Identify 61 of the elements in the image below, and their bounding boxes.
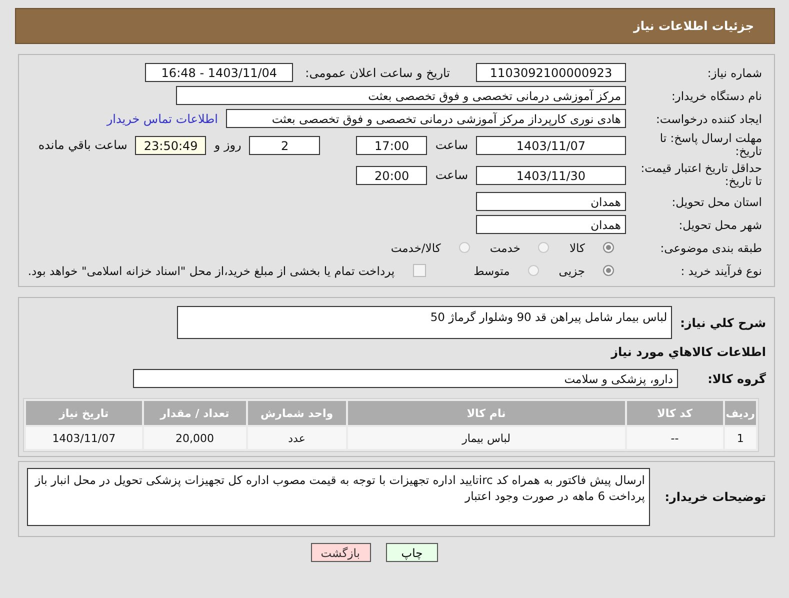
deadline-time-field: 17:00 <box>356 136 428 154</box>
back-button[interactable]: بازگشت <box>311 543 371 562</box>
field-label: طبقه بندی موضوعی: <box>659 240 763 254</box>
radio-button[interactable] <box>528 265 539 276</box>
radio-label: جزیی <box>558 264 585 278</box>
days-field: 2 <box>249 136 320 154</box>
column-header: ردیف <box>724 401 756 425</box>
table-cell: عدد <box>248 427 346 449</box>
field-label: حداقل تاریخ اعتبار قیمت: تا تاریخ: <box>640 162 763 188</box>
column-header: واحد شمارش <box>248 401 346 425</box>
remaining-time-field: 23:50:49 <box>135 136 206 154</box>
deadline-date-field: 1403/11/07 <box>476 136 626 154</box>
validity-time-field: 20:00 <box>356 166 428 184</box>
table-cell: -- <box>626 427 723 449</box>
checkbox-label: پرداخت تمام یا بخشی از مبلغ خرید،از محل "اسناد خزانه اسلامی" خواهد بود. <box>28 264 395 278</box>
need-number-field: 1103092100000923 <box>476 63 626 82</box>
radio-label: خدمت <box>490 240 520 254</box>
province-field: همدان <box>476 192 626 211</box>
field-label: مهلت ارسال پاسخ: تا تاریخ: <box>658 132 763 158</box>
column-header: کد کالا <box>626 401 723 425</box>
field-label: گروه کالا: <box>706 372 767 386</box>
field-label: شهر محل تحویل: <box>678 218 763 232</box>
buyer-notes-text-area: ارسال پیش فاکتور به همراه کد ircتایید اداره تجهیزات با توجه به قیمت مصوب اداره کل تجهیزات پزشکی تحویل در محل انبار باز پرداخت 6 ماهه در صورت وجود اعتبار <box>27 468 650 526</box>
radio-button[interactable] <box>538 242 550 253</box>
creator-field: هادی نوری کارپرداز مرکز آموزشی درمانی تخصصی و فوق تخصصی بعثت <box>226 109 626 128</box>
field-label: ایجاد کننده درخواست: <box>655 112 763 126</box>
column-header: تاریخ نیاز <box>26 401 142 425</box>
radio-label: کالا/خدمت <box>390 240 441 254</box>
goods-group-field: دارو، پزشکی و سلامت <box>133 369 678 388</box>
field-label: نوع فرآیند خرید : <box>680 264 763 278</box>
field-label: شرح کلي نياز: <box>680 316 767 330</box>
table-cell: 1 <box>724 427 756 449</box>
checkbox[interactable] <box>412 264 426 277</box>
radio-button[interactable] <box>603 242 614 253</box>
page-title: جزئیات اطلاعات نیاز <box>633 19 754 33</box>
table-cell: لباس بیمار <box>348 427 625 449</box>
buyer-contact-link[interactable]: اطلاعات تماس خریدار <box>106 112 218 126</box>
section-heading: اطلاعات کالاهاي مورد نياز <box>610 344 767 361</box>
field-label: تاریخ و ساعت اعلان عمومی: <box>304 66 451 80</box>
radio-button[interactable] <box>458 242 470 253</box>
radio-label: متوسط <box>474 264 510 278</box>
buyer-field: مرکز آموزشی درمانی تخصصی و فوق تخصصی بعثت <box>176 86 626 105</box>
city-field: همدان <box>476 215 626 234</box>
column-header: نام کالا <box>348 401 625 425</box>
field-label: نام دستگاه خریدار: <box>670 88 763 102</box>
table-cell: 20,000 <box>144 427 246 449</box>
time-label: ساعت <box>435 168 468 182</box>
remaining-label: ساعت باقي مانده <box>38 138 128 152</box>
announce-date-field: 1403/11/04 - 16:48 <box>145 63 294 82</box>
field-label: شماره نیاز: <box>706 66 763 80</box>
field-label: استان محل تحویل: <box>670 194 763 208</box>
time-label: ساعت <box>435 138 468 152</box>
radio-label: کالا <box>569 240 585 254</box>
radio-button[interactable] <box>603 265 614 276</box>
field-label: توضیحات خریدار: <box>664 490 767 504</box>
print-button[interactable]: چاپ <box>386 543 438 562</box>
description-text-area: لباس بیمار شامل پیراهن قد 90 وشلوار گرماژ 50 <box>177 306 672 339</box>
column-header: تعداد / مقدار <box>144 401 246 425</box>
table-cell: 1403/11/07 <box>26 427 142 449</box>
validity-date-field: 1403/11/30 <box>476 166 626 184</box>
days-label: روز و <box>214 138 242 152</box>
